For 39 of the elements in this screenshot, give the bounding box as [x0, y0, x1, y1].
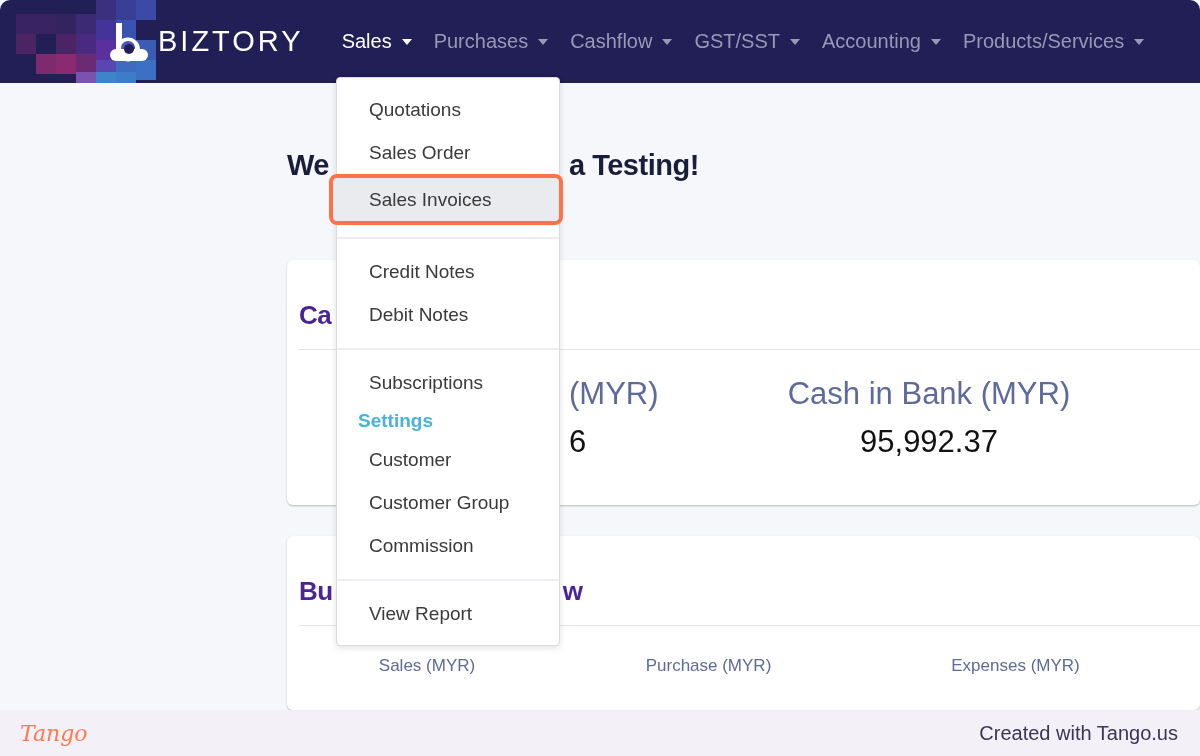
column-label: Purchase (MYR) — [644, 656, 773, 677]
caret-icon — [662, 38, 673, 45]
card-title: Ca — [299, 300, 332, 331]
menu-item[interactable]: Customer — [337, 438, 559, 481]
menu-item[interactable]: Customer Group — [337, 481, 559, 524]
caret-icon — [790, 38, 800, 45]
nav-menu[interactable]: Products/Services — [962, 30, 1145, 53]
welcome-heading: a Testing! — [569, 149, 699, 182]
section-header: Settings — [357, 409, 434, 433]
nav-menu[interactable]: GST/SST — [694, 30, 800, 53]
brand-name: BIZTORY — [158, 25, 304, 58]
caret-icon — [930, 38, 941, 45]
nav-menu[interactable]: Sales — [341, 30, 412, 53]
menu-item[interactable]: Quotations — [337, 88, 559, 131]
credit-text: Created with Tango.us — [979, 721, 1178, 745]
nav-menu[interactable]: Cashflow — [570, 30, 673, 53]
menu-item[interactable]: View Report — [337, 592, 559, 635]
caret-icon — [1134, 38, 1145, 45]
stat-label: Cash in Bank (MYR) — [787, 376, 1071, 412]
welcome-heading: We — [287, 149, 329, 182]
nav-menu[interactable]: Purchases — [433, 30, 549, 53]
column-label: Sales (MYR) — [377, 656, 477, 677]
caret-icon — [538, 38, 549, 45]
menu-item[interactable]: Sales Order — [337, 131, 559, 174]
stat-label: (MYR) — [569, 376, 659, 412]
logo-icon — [108, 20, 150, 63]
menu-item[interactable]: Subscriptions — [337, 361, 559, 404]
caret-icon — [401, 38, 412, 45]
menu-item[interactable]: Sales Invoices — [329, 174, 563, 225]
menu-item[interactable]: Debit Notes — [337, 293, 559, 336]
card-title: Bu — [299, 576, 333, 608]
stat-value: 6 — [569, 424, 587, 460]
menu-item[interactable]: Credit Notes — [337, 250, 559, 293]
column-label: Expenses (MYR) — [950, 656, 1081, 677]
stat-value: 95,992.37 — [860, 424, 998, 460]
nav-menu[interactable]: Accounting — [822, 30, 941, 53]
tango-logo: Tango — [20, 720, 88, 746]
menu-item[interactable]: Commission — [337, 524, 559, 567]
card-title: w — [562, 576, 583, 608]
